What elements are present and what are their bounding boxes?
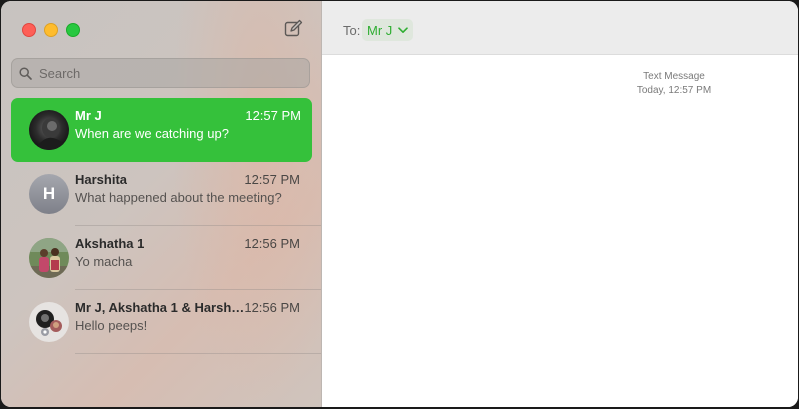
divider xyxy=(75,353,321,354)
compose-button[interactable] xyxy=(283,19,303,39)
conversation-time: 12:56 PM xyxy=(244,236,300,251)
conversation-time: 12:57 PM xyxy=(244,172,300,187)
conversation-pane: To: Mr J Text Message Today, 12:57 PM xyxy=(322,1,798,407)
sidebar: Mr J 12:57 PM When are we catching up? H… xyxy=(1,1,322,407)
avatar xyxy=(29,110,69,150)
chevron-down-icon xyxy=(398,26,409,33)
avatar-initial: H xyxy=(42,184,56,203)
window-controls xyxy=(22,23,80,37)
conversation-preview: When are we catching up? xyxy=(75,126,229,141)
recipient-token[interactable]: Mr J xyxy=(362,19,414,41)
minimize-window-button[interactable] xyxy=(44,23,58,37)
conversation-time: 12:57 PM xyxy=(245,108,301,123)
recipient-header: To: Mr J xyxy=(322,1,798,55)
conversation-name: Harshita xyxy=(75,172,128,187)
to-label: To: xyxy=(343,23,361,38)
message-timestamp: Today, 12:57 PM xyxy=(636,85,712,96)
conversation-preview: What happened about the meeting? xyxy=(75,190,282,205)
maximize-window-button[interactable] xyxy=(66,23,80,37)
close-window-button[interactable] xyxy=(22,23,36,37)
group-avatar xyxy=(29,302,69,342)
conversation-preview: Yo macha xyxy=(75,254,133,269)
conversation-item-mr-j[interactable]: Mr J 12:57 PM When are we catching up? xyxy=(11,98,312,162)
search-input[interactable] xyxy=(37,64,291,82)
avatar xyxy=(29,238,69,278)
messages-window: Mr J 12:57 PM When are we catching up? H… xyxy=(1,1,798,407)
service-label: Text Message xyxy=(643,71,705,82)
conversation-name: Mr J, Akshatha 1 & Harsh… xyxy=(75,300,245,315)
search-field[interactable] xyxy=(11,58,310,88)
compose-icon xyxy=(284,19,303,37)
conversation-item-group[interactable]: Mr J, Akshatha 1 & Harsh… 12:56 PM Hello… xyxy=(1,290,321,354)
conversation-preview: Hello peeps! xyxy=(75,318,148,333)
conversation-item-akshatha[interactable]: Akshatha 1 12:56 PM Yo macha xyxy=(1,226,321,290)
avatar: H xyxy=(29,174,69,214)
conversation-name: Mr J xyxy=(75,108,102,123)
recipient-name: Mr J xyxy=(367,22,393,38)
conversation-item-harshita[interactable]: H Harshita 12:57 PM What happened about … xyxy=(1,162,321,226)
message-meta: Text Message Today, 12:57 PM xyxy=(634,70,714,98)
conversation-time: 12:56 PM xyxy=(244,300,300,315)
search-icon xyxy=(19,66,32,80)
conversation-name: Akshatha 1 xyxy=(75,236,145,251)
conversation-list: Mr J 12:57 PM When are we catching up? H… xyxy=(1,98,321,354)
